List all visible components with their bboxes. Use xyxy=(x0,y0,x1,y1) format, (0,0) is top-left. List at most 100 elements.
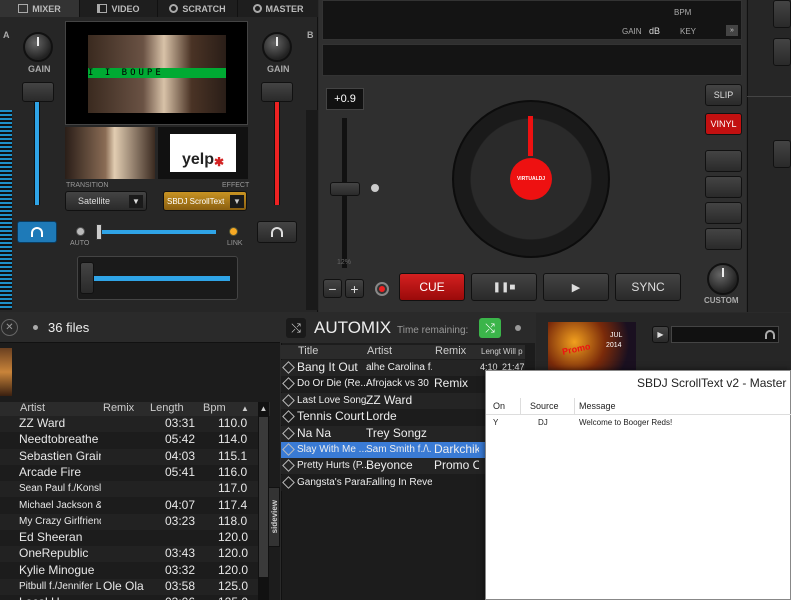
cue-button[interactable]: CUE xyxy=(399,273,465,301)
vu-meter-b xyxy=(306,110,318,310)
table-row[interactable]: My Crazy Girlfriend 03:23 118.0 xyxy=(0,513,258,530)
gain-knob-b[interactable] xyxy=(262,32,292,62)
tab-mixer[interactable]: MIXER xyxy=(0,0,80,17)
col-artist[interactable]: Artist xyxy=(20,402,45,414)
key-dropdown-icon[interactable]: » xyxy=(726,25,738,36)
row-message: Welcome to Booger Reds! xyxy=(579,418,673,427)
custom-knob[interactable] xyxy=(707,263,739,295)
headphone-icon xyxy=(271,227,283,237)
sideview-tab[interactable]: sideview xyxy=(268,487,280,547)
sync-button[interactable]: SYNC xyxy=(615,273,681,301)
pitch-fader[interactable] xyxy=(330,182,360,196)
volume-level-a xyxy=(35,100,39,205)
preview-headphone-icon[interactable] xyxy=(765,330,775,339)
table-row[interactable]: Needtobreathe 05:42 114.0 xyxy=(0,432,258,449)
table-row[interactable]: OneRepublic 03:43 120.0 xyxy=(0,546,258,563)
volume-fader-b[interactable] xyxy=(261,82,293,102)
record-icon[interactable] xyxy=(375,282,389,296)
col-on[interactable]: On xyxy=(493,401,505,411)
scrolltext-row[interactable]: Y DJ Welcome to Booger Reds! xyxy=(486,416,791,430)
crossfader-track[interactable] xyxy=(90,276,230,281)
cell-artist: Beyonce xyxy=(366,458,413,473)
pitch-minus-button[interactable]: − xyxy=(323,279,342,298)
key-label: KEY xyxy=(680,27,697,36)
db-label: dB xyxy=(649,26,661,36)
tab-master[interactable]: MASTER xyxy=(238,0,318,17)
volume-fader-a[interactable] xyxy=(22,82,54,102)
auto-dot[interactable] xyxy=(76,227,85,236)
col-artist[interactable]: Artist xyxy=(367,345,392,357)
pad-button-4[interactable] xyxy=(705,228,742,250)
deck-b-label: B xyxy=(307,30,314,40)
col-length[interactable]: Length xyxy=(150,402,184,414)
shuffle-icon[interactable]: ⤭ xyxy=(286,318,306,338)
cell-length: 03:43 xyxy=(165,546,196,561)
slip-button[interactable]: SLIP xyxy=(705,84,742,106)
link-dot[interactable] xyxy=(229,227,238,236)
transition-slider-track[interactable] xyxy=(96,230,216,234)
cell-artist: Michael Jackson &... xyxy=(19,499,101,511)
col-message[interactable]: Message xyxy=(579,401,616,411)
scrolltext-title: SBDJ ScrollText v2 - Master xyxy=(637,376,787,390)
pause-button[interactable]: ❚❚■ xyxy=(471,273,537,301)
chevron-down-icon: ▼ xyxy=(230,195,244,208)
table-row[interactable]: Kylie Minogue 03:32 120.0 xyxy=(0,562,258,579)
cell-artist: Lorde xyxy=(366,409,397,424)
effect-select[interactable]: SBDJ ScrollText ▼ xyxy=(163,191,247,211)
table-row[interactable]: ZZ Ward 03:31 110.0 xyxy=(0,416,258,432)
pad-button-1[interactable] xyxy=(705,150,742,172)
pitch-plus-button[interactable]: + xyxy=(345,279,364,298)
clear-search-icon[interactable]: ✕ xyxy=(1,319,18,336)
pad-button-3[interactable] xyxy=(705,202,742,224)
edge-button-2[interactable] xyxy=(773,38,791,66)
transition-select[interactable]: Satellite ▼ xyxy=(65,191,147,211)
pitch-reset-dot[interactable] xyxy=(370,183,380,193)
table-row[interactable]: Arcade Fire 05:41 116.0 xyxy=(0,464,258,481)
table-row[interactable]: Local H 03:06 125.0 xyxy=(0,595,258,600)
jog-marker xyxy=(528,116,533,156)
volume-level-b xyxy=(275,100,279,205)
gain-knob-a[interactable] xyxy=(23,32,53,62)
preview-waveform xyxy=(671,326,779,343)
edge-button-3[interactable] xyxy=(773,140,791,168)
col-title[interactable]: Title xyxy=(298,345,318,357)
edge-button-1[interactable] xyxy=(773,0,791,28)
play-button[interactable]: ▶ xyxy=(543,273,609,301)
table-row[interactable]: Ed Sheeran 120.0 xyxy=(0,530,258,547)
scroll-up-icon[interactable]: ▲ xyxy=(258,402,269,416)
headphone-button-a[interactable] xyxy=(17,221,57,243)
cell-artist: Afrojack vs 30 ... xyxy=(366,378,432,390)
col-remix[interactable]: Remix xyxy=(435,345,466,357)
col-length[interactable]: Lengt xyxy=(481,347,501,356)
automix-dot[interactable] xyxy=(515,325,521,331)
cell-artist: Arcade Fire xyxy=(19,464,82,479)
preview-play-button[interactable]: ▶ xyxy=(652,326,669,343)
transition-slider-handle[interactable] xyxy=(96,224,102,240)
pitch-range-label: 12% xyxy=(337,259,352,266)
table-row[interactable]: Sean Paul f./Konsl... 117.0 xyxy=(0,481,258,498)
col-will-play[interactable]: Will p xyxy=(503,347,523,356)
sort-up-icon[interactable]: ▲ xyxy=(241,404,249,413)
cover-art: Promo JUL 2014 xyxy=(548,322,636,372)
col-bpm[interactable]: Bpm xyxy=(203,402,226,414)
col-remix[interactable]: Remix xyxy=(103,402,134,414)
pad-button-2[interactable] xyxy=(705,176,742,198)
gain-label-a: GAIN xyxy=(28,64,51,74)
cell-length: 03:23 xyxy=(165,513,196,528)
cell-artist: ZZ Ward xyxy=(366,392,413,407)
automix-shuffle-button[interactable]: ⤭ xyxy=(479,318,501,338)
table-row[interactable]: Sebastien Grainger 04:03 115.1 xyxy=(0,448,258,465)
tab-scratch[interactable]: SCRATCH xyxy=(158,0,238,17)
headphone-button-b[interactable] xyxy=(257,221,297,243)
track-icon xyxy=(282,459,295,473)
cell-remix: Darkchik... xyxy=(434,442,479,456)
cell-artist: OneRepublic xyxy=(19,546,89,561)
tab-video[interactable]: VIDEO xyxy=(80,0,158,17)
table-row[interactable]: Michael Jackson &... 04:07 117.4 xyxy=(0,497,258,514)
deck-gain-label: GAIN xyxy=(622,27,642,36)
crossfader-handle[interactable] xyxy=(80,262,94,294)
track-info-area xyxy=(322,0,742,40)
col-source[interactable]: Source xyxy=(530,401,559,411)
table-row[interactable]: Pitbull f./Jennifer L... Ole Ola 03:58 125.… xyxy=(0,579,258,595)
vinyl-button[interactable]: VINYL xyxy=(705,113,742,135)
